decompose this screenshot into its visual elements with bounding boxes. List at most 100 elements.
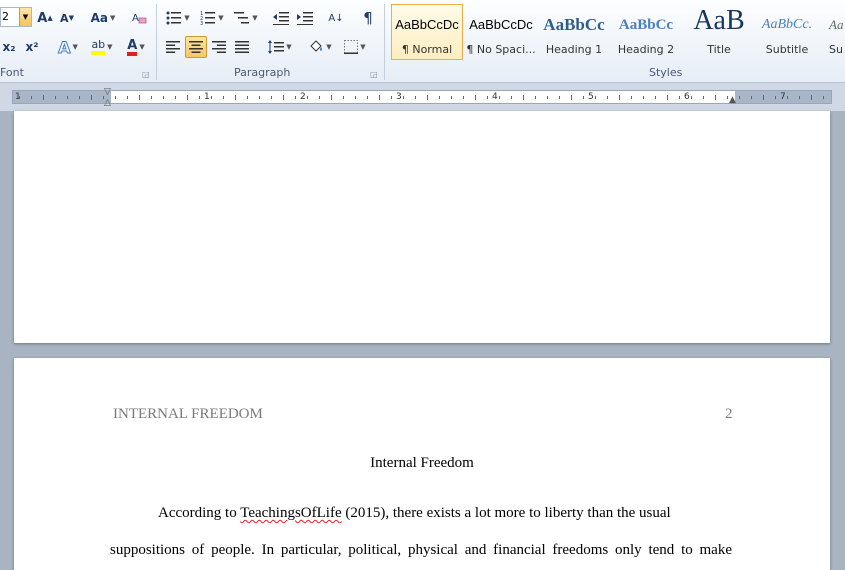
justify-icon bbox=[235, 41, 249, 53]
ruler-tick bbox=[115, 96, 116, 99]
text-effects-icon: A bbox=[58, 37, 71, 57]
style-sample: AaBbCcDc bbox=[395, 17, 459, 32]
ruler-tick bbox=[223, 96, 224, 99]
increase-indent-button[interactable] bbox=[294, 7, 316, 29]
chevron-down-icon: ▼ bbox=[360, 43, 366, 51]
style-subtle-emphasis[interactable]: Aa Sub bbox=[820, 4, 845, 60]
chevron-down-icon: ▼ bbox=[139, 43, 145, 51]
chevron-down-icon: ▼ bbox=[110, 14, 116, 22]
paragraph-line[interactable]: suppositions of people. In particular, p… bbox=[110, 542, 732, 559]
superscript-button[interactable]: x² bbox=[22, 36, 42, 58]
ruler-number: 4 bbox=[492, 92, 498, 102]
paint-bucket-icon bbox=[310, 40, 323, 52]
style-sample: Aa bbox=[829, 17, 844, 32]
ruler-tick bbox=[439, 96, 440, 99]
ruler-tick bbox=[67, 96, 68, 99]
ruler-number: 6 bbox=[684, 92, 690, 102]
font-dialog-launcher-icon[interactable]: ◲ bbox=[142, 70, 150, 79]
paragraph-dialog-launcher-icon[interactable]: ◲ bbox=[370, 70, 378, 79]
ruler-tick bbox=[175, 96, 176, 99]
line-spacing-icon bbox=[268, 40, 285, 54]
style-sample: AaBbCcDc bbox=[469, 17, 533, 32]
clear-formatting-button[interactable]: A bbox=[128, 7, 150, 29]
ruler-tick bbox=[727, 96, 728, 99]
style-normal[interactable]: AaBbCcDc ¶ Normal bbox=[391, 4, 463, 60]
shading-button[interactable]: ▼ bbox=[305, 36, 335, 58]
ruler-tick bbox=[283, 95, 284, 100]
sort-icon: A↓ bbox=[328, 12, 344, 24]
chevron-down-icon: ▼ bbox=[252, 14, 258, 22]
align-center-button[interactable] bbox=[185, 36, 207, 58]
style-name: ¶ No Spaci... bbox=[466, 43, 536, 56]
page-number: 2 bbox=[725, 406, 733, 422]
sort-button[interactable]: A↓ bbox=[324, 7, 348, 29]
ruler-number: 3 bbox=[396, 92, 402, 102]
borders-button[interactable]: ▼ bbox=[340, 36, 370, 58]
font-size-dropdown-icon[interactable]: ▼ bbox=[19, 8, 31, 26]
ruler-tick bbox=[55, 96, 56, 99]
borders-icon bbox=[344, 40, 359, 54]
ruler-number: 1 bbox=[204, 92, 210, 102]
numbering-button[interactable]: 1 2 3 ▼ bbox=[197, 7, 227, 29]
ruler-tick bbox=[259, 96, 260, 99]
style-subtitle[interactable]: AaBbCc. Subtitle bbox=[755, 4, 819, 60]
right-indent-icon[interactable]: ▲ bbox=[729, 95, 736, 105]
grow-font-button[interactable]: A ▲ bbox=[36, 7, 54, 29]
align-left-button[interactable] bbox=[163, 36, 183, 58]
paragraph-line[interactable]: According to TeachingsOfLife (2015), the… bbox=[110, 505, 732, 522]
ruler-tick bbox=[787, 96, 788, 99]
highlight-button[interactable]: ab ▼ bbox=[86, 36, 118, 58]
style-heading-2[interactable]: AaBbCc Heading 2 bbox=[610, 4, 682, 60]
ruler-tick bbox=[319, 96, 320, 99]
style-name: Heading 1 bbox=[545, 43, 603, 56]
ruler-number: 7 bbox=[780, 92, 786, 102]
ruler-tick bbox=[127, 96, 128, 99]
ruler-tick bbox=[511, 96, 512, 99]
ruler-tick bbox=[307, 96, 308, 99]
ruler-tick bbox=[487, 96, 488, 99]
ruler-tick bbox=[43, 95, 44, 100]
bullets-icon bbox=[166, 11, 182, 25]
change-case-button[interactable]: Aa ▼ bbox=[88, 7, 118, 29]
ruler-tick bbox=[427, 95, 428, 100]
bullets-button[interactable]: ▼ bbox=[163, 7, 193, 29]
ruler-tick bbox=[19, 96, 20, 99]
justify-button[interactable] bbox=[232, 36, 252, 58]
spelling-error-word[interactable]: TeachingsOfLife bbox=[240, 505, 341, 521]
line-spacing-button[interactable]: ▼ bbox=[265, 36, 295, 58]
first-line-indent-icon[interactable]: ▽ bbox=[104, 87, 111, 97]
ruler-tick bbox=[403, 96, 404, 99]
subscript-button[interactable]: x₂ bbox=[0, 36, 18, 58]
ruler-tick bbox=[571, 95, 572, 100]
ruler-tick bbox=[535, 96, 536, 99]
ruler-tick bbox=[463, 96, 464, 99]
hanging-indent-icon[interactable]: △ bbox=[104, 98, 111, 108]
font-color-button[interactable]: A ▼ bbox=[120, 36, 152, 58]
multilevel-list-button[interactable]: ▼ bbox=[231, 7, 261, 29]
ruler-tick bbox=[799, 96, 800, 99]
horizontal-ruler[interactable]: 1 1 2 3 4 5 6 7 bbox=[12, 90, 832, 104]
decrease-indent-button[interactable] bbox=[270, 7, 292, 29]
font-size-box[interactable]: 2 ▼ bbox=[0, 7, 32, 27]
page-2[interactable]: INTERNAL FREEDOM 2 Internal Freedom Acco… bbox=[14, 358, 830, 570]
ruler-tick bbox=[91, 95, 92, 100]
style-name: Title bbox=[707, 43, 731, 56]
style-sample: AaBbCc bbox=[543, 15, 605, 34]
document-title[interactable]: Internal Freedom bbox=[14, 455, 830, 472]
show-marks-button[interactable]: ¶ bbox=[358, 7, 378, 29]
ruler-tick bbox=[811, 95, 812, 100]
ruler-tick bbox=[211, 96, 212, 99]
page-1[interactable] bbox=[14, 111, 830, 343]
shrink-font-button[interactable]: A ▼ bbox=[58, 7, 76, 29]
text-effects-button[interactable]: A ▼ bbox=[52, 36, 84, 58]
text-run: (2015), there exists a lot more to liber… bbox=[341, 505, 671, 521]
style-heading-1[interactable]: AaBbCc Heading 1 bbox=[538, 4, 610, 60]
style-no-spacing[interactable]: AaBbCcDc ¶ No Spaci... bbox=[465, 4, 537, 60]
ruler-tick bbox=[715, 95, 716, 100]
style-title[interactable]: AaB Title bbox=[683, 4, 755, 60]
ruler-tick bbox=[247, 96, 248, 99]
ruler-tick bbox=[703, 96, 704, 99]
align-center-icon bbox=[189, 41, 203, 53]
style-name: Sub bbox=[829, 43, 844, 56]
align-right-button[interactable] bbox=[209, 36, 229, 58]
